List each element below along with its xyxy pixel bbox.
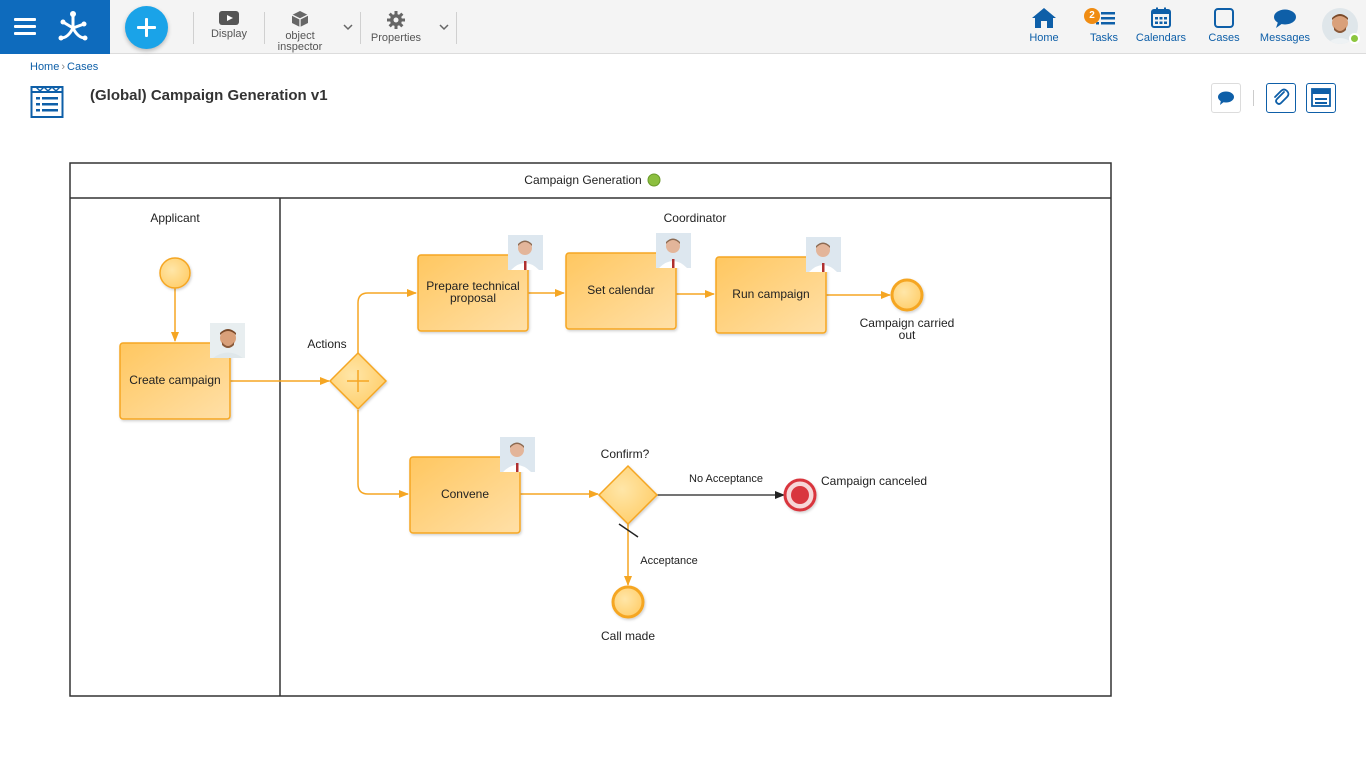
pool [69,162,1112,697]
gateway-actions-label: Actions [307,337,346,351]
breadcrumb: Home › Cases [30,61,98,73]
default-flow-marker [618,523,639,538]
brand-area [0,0,110,54]
actions-divider [1253,90,1254,106]
nav-messages-label: Messages [1259,32,1311,44]
end-event-call-made-label: Call made [601,629,655,643]
nav-calendars[interactable]: Calendars [1134,7,1188,44]
nav-home-label: Home [1029,32,1059,44]
paperclip-icon [1274,88,1290,105]
flow-no-acceptance-label: No Acceptance [689,473,763,485]
add-button[interactable] [125,6,168,49]
lane-coordinator-label: Coordinator [664,211,727,225]
home-icon [1032,8,1056,28]
chat-bubble-icon [1274,9,1296,28]
nav-cases[interactable]: Cases [1206,7,1242,44]
breadcrumb-separator: › [61,61,66,73]
pool-status-indicator [647,173,661,187]
process-diagram: Campaign Generation Applicant Coordinato… [69,162,1112,697]
top-bar: Display object inspector Properties Home… [0,0,1366,54]
task-set-calendar-label: Set calendar [587,283,654,297]
process-document-icon [30,85,64,118]
task-set-calendar[interactable]: Set calendar [565,252,677,330]
nav-calendars-label: Calendars [1135,32,1187,44]
page-title: (Global) Campaign Generation v1 [90,87,328,104]
online-status-indicator [1349,33,1360,44]
nav-messages[interactable]: Messages [1258,7,1312,44]
task-convene-label: Convene [441,487,489,501]
tasks-count-badge: 2 [1084,8,1100,24]
object-inspector-label-2: inspector [277,41,323,53]
task-convene[interactable]: Convene [409,456,521,534]
calendar-icon [1151,7,1171,28]
comment-icon [1218,91,1234,105]
end-event-carried-out-label-line2: out [899,328,916,342]
end-event-canceled[interactable] [783,478,817,512]
display-button[interactable]: Display [207,10,251,40]
end-event-call-made[interactable] [611,585,645,619]
cube-icon [291,11,309,27]
task-prepare-technical-proposal[interactable]: Prepare technical proposal [417,254,529,332]
properties-button[interactable]: Properties [370,10,422,44]
attachments-button[interactable] [1266,83,1296,113]
breadcrumb-home-link[interactable]: Home [30,61,59,73]
hamburger-menu-icon[interactable] [14,18,36,36]
toolbar-divider [193,12,194,44]
gateway-confirm[interactable] [597,464,659,526]
layout-icon [1311,88,1331,107]
properties-label: Properties [370,32,422,44]
logo-icon[interactable] [56,10,90,44]
cases-icon [1214,8,1234,28]
task-prepare-label-line2: proposal [450,291,496,305]
start-event[interactable] [159,257,191,289]
end-event-carried-out-label-line1: Campaign carried [860,316,955,330]
comments-button[interactable] [1211,83,1241,113]
nav-cases-label: Cases [1208,32,1240,44]
nav-home[interactable]: Home [1026,7,1062,44]
gear-icon [387,11,405,29]
toolbar-divider [456,12,457,44]
task-create-campaign[interactable]: Create campaign [119,342,231,420]
pool-title: Campaign Generation [524,173,641,187]
flow-acceptance-label: Acceptance [640,555,697,567]
toolbar-divider [360,12,361,44]
gateway-actions[interactable] [328,351,388,411]
gateway-confirm-label: Confirm? [601,447,650,461]
toolbar-divider [264,12,265,44]
task-create-campaign-label: Create campaign [129,373,220,387]
chevron-down-icon[interactable] [343,22,353,32]
chevron-down-icon[interactable] [439,22,449,32]
nav-tasks-label: Tasks [1089,32,1119,44]
end-event-carried-out[interactable] [890,278,924,312]
lane-applicant-label: Applicant [150,211,200,225]
end-event-canceled-label: Campaign canceled [821,474,927,488]
object-inspector-button[interactable]: object inspector [274,10,326,53]
view-layout-button[interactable] [1306,83,1336,113]
breadcrumb-cases-link[interactable]: Cases [67,61,98,73]
task-run-campaign[interactable]: Run campaign [715,256,827,334]
display-label: Display [210,28,248,40]
play-video-icon [219,11,239,25]
task-run-campaign-label: Run campaign [732,287,809,301]
